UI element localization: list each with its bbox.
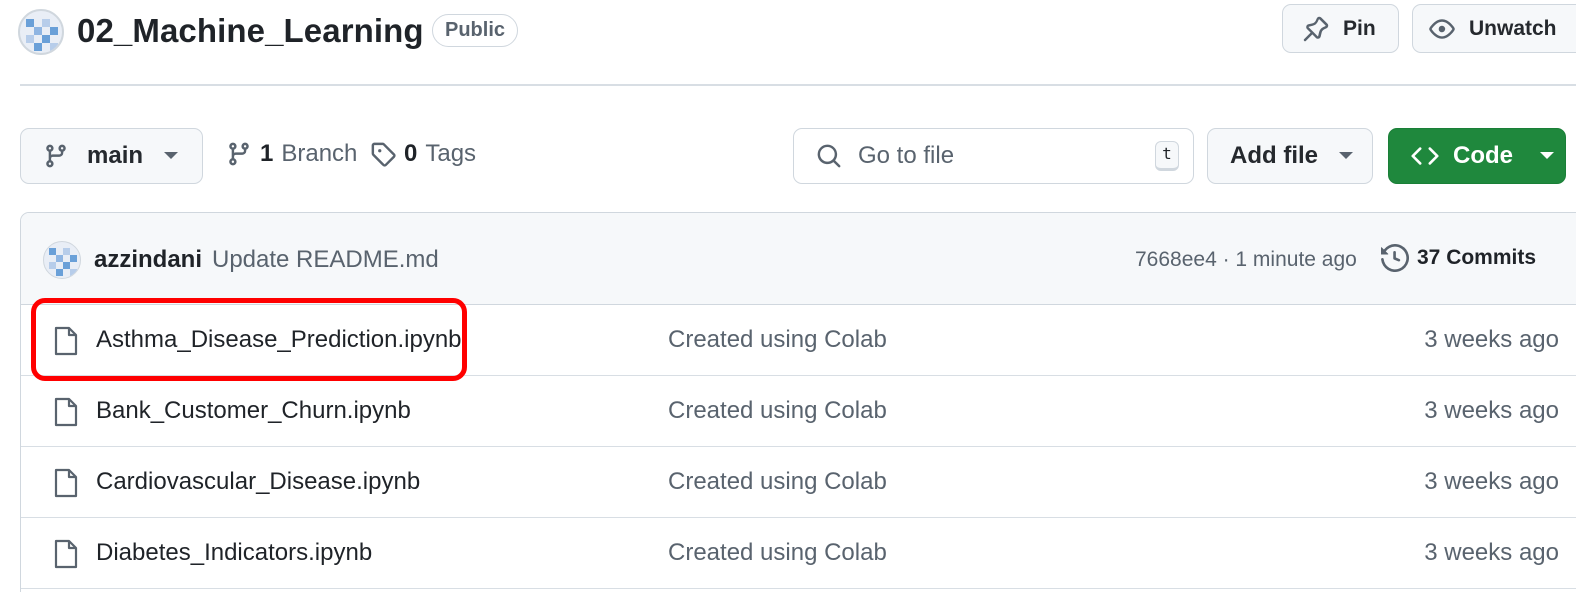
latest-commit-bar: azzindani Update README.md 7668ee4 · 1 m… — [21, 213, 1576, 305]
file-commit-message[interactable]: Created using Colab — [668, 326, 887, 354]
branch-selector[interactable]: main — [20, 128, 203, 184]
commits-history-link[interactable]: 37 Commits — [1381, 244, 1536, 272]
visibility-badge: Public — [432, 14, 519, 47]
eye-icon — [1429, 18, 1455, 39]
shortcut-key: t — [1155, 141, 1179, 171]
header-divider — [20, 84, 1576, 86]
file-date: 3 weeks ago — [1424, 397, 1559, 424]
commit-message[interactable]: Update README.md — [212, 246, 439, 274]
branch-count: 1 — [260, 140, 274, 167]
file-icon — [54, 397, 78, 427]
tag-word: Tags — [425, 140, 477, 167]
caret-down-icon — [1540, 152, 1554, 159]
file-name[interactable]: Asthma_Disease_Prediction.ipynb — [96, 326, 462, 354]
pin-button[interactable]: Pin — [1282, 4, 1399, 53]
add-file-button[interactable]: Add file — [1207, 128, 1373, 184]
commit-hash-time[interactable]: 7668ee4 · 1 minute ago — [1135, 248, 1357, 272]
file-icon — [54, 539, 78, 569]
file-name[interactable]: Diabetes_Indicators.ipynb — [96, 539, 372, 567]
file-commit-message[interactable]: Created using Colab — [668, 539, 887, 567]
history-icon — [1381, 244, 1409, 272]
code-label: Code — [1453, 142, 1513, 169]
branch-word: Branch — [281, 140, 358, 167]
caret-down-icon — [1339, 152, 1353, 159]
branch-name: main — [87, 142, 144, 169]
file-date: 3 weeks ago — [1424, 468, 1559, 495]
repo-avatar[interactable] — [18, 9, 64, 55]
git-branch-icon — [229, 142, 249, 166]
file-icon — [54, 468, 78, 498]
author-avatar[interactable] — [43, 241, 81, 279]
code-button[interactable]: Code — [1388, 128, 1566, 184]
file-commit-message[interactable]: Created using Colab — [668, 397, 887, 425]
commits-count: 37 Commits — [1417, 246, 1537, 269]
go-to-file-input[interactable]: Go to file t — [793, 128, 1194, 184]
branches-link[interactable]: 1 Branch — [226, 140, 357, 168]
caret-down-icon — [164, 152, 179, 159]
unwatch-label: Unwatch — [1469, 16, 1557, 40]
add-file-label: Add file — [1230, 142, 1318, 169]
tag-count: 0 — [404, 140, 418, 167]
pin-icon — [1303, 16, 1329, 41]
file-date: 3 weeks ago — [1424, 539, 1559, 566]
file-table: azzindani Update README.md 7668ee4 · 1 m… — [20, 212, 1576, 592]
go-to-file-placeholder: Go to file — [858, 142, 955, 169]
unwatch-button[interactable]: Unwatch — [1412, 4, 1576, 53]
file-icon — [54, 326, 78, 356]
git-branch-icon — [46, 144, 66, 168]
code-icon — [1411, 147, 1439, 165]
file-name[interactable]: Bank_Customer_Churn.ipynb — [96, 397, 411, 425]
file-row[interactable]: Bank_Customer_Churn.ipynb Created using … — [21, 376, 1576, 447]
commit-author[interactable]: azzindani — [94, 246, 202, 274]
file-row[interactable]: Diabetes_Indicators.ipynb Created using … — [21, 518, 1576, 589]
repo-title[interactable]: 02_Machine_Learning — [77, 9, 424, 53]
pin-label: Pin — [1343, 16, 1376, 40]
file-name[interactable]: Cardiovascular_Disease.ipynb — [96, 468, 420, 496]
search-icon — [817, 144, 841, 168]
tag-icon — [371, 142, 396, 167]
file-commit-message[interactable]: Created using Colab — [668, 468, 887, 496]
file-row[interactable]: Asthma_Disease_Prediction.ipynb Created … — [21, 305, 1576, 376]
file-row[interactable]: Cardiovascular_Disease.ipynb Created usi… — [21, 447, 1576, 518]
file-date: 3 weeks ago — [1424, 326, 1559, 353]
tags-link[interactable]: 0 Tags — [370, 140, 476, 168]
